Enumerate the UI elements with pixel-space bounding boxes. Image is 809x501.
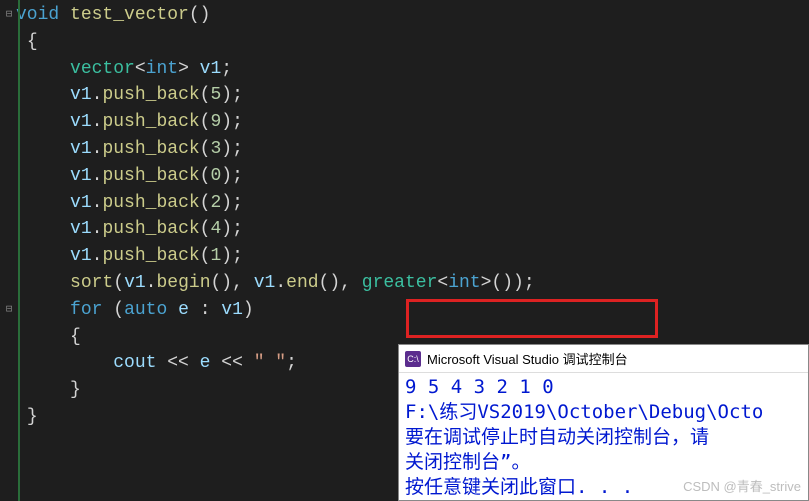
code-line: v1.push_back(3); <box>0 136 809 163</box>
code-line-for: ⊟ for (auto e : v1) <box>0 297 809 324</box>
console-titlebar[interactable]: C:\ Microsoft Visual Studio 调试控制台 <box>399 345 808 373</box>
code-line: vector<int> v1; <box>0 56 809 83</box>
code-line: v1.push_back(1); <box>0 243 809 270</box>
console-app-icon: C:\ <box>405 351 421 367</box>
console-title-text: Microsoft Visual Studio 调试控制台 <box>427 349 628 368</box>
code-line: v1.push_back(2); <box>0 190 809 217</box>
code-line-sort: sort(v1.begin(), v1.end(), greater<int>(… <box>0 270 809 297</box>
watermark-text: CSDN @青春_strive <box>683 476 801 495</box>
code-line: v1.push_back(9); <box>0 109 809 136</box>
code-line: v1.push_back(4); <box>0 216 809 243</box>
fold-guide <box>18 0 20 501</box>
code-line: v1.push_back(5); <box>0 82 809 109</box>
code-line: { <box>0 29 809 56</box>
fold-minus-icon[interactable]: ⊟ <box>2 297 16 324</box>
code-line: ⊟void test_vector() <box>0 2 809 29</box>
fold-minus-icon[interactable]: ⊟ <box>2 2 16 29</box>
code-line: v1.push_back(0); <box>0 163 809 190</box>
